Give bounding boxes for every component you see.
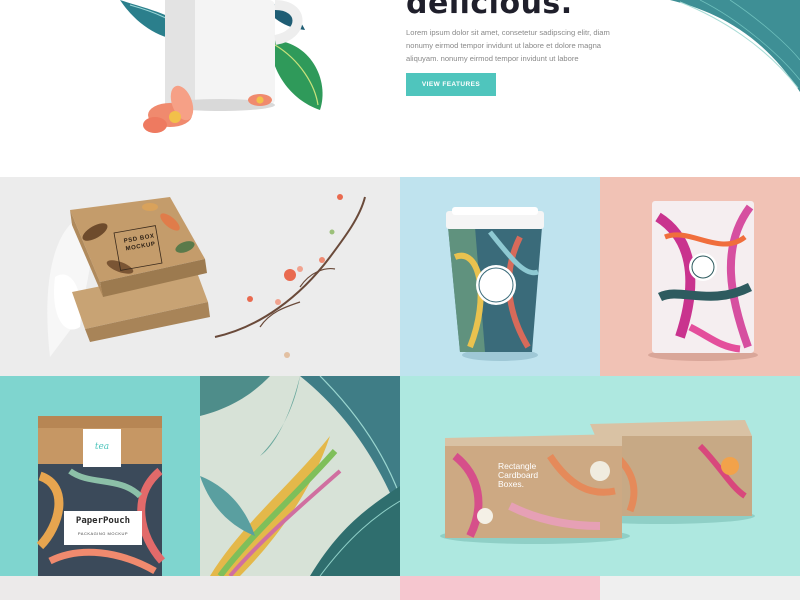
hero-description: Lorem ipsum dolor sit amet, consetetur s… [406, 28, 610, 63]
palm-leaf-image [670, 0, 800, 92]
box-mockup-image [47, 194, 366, 358]
tea-badge: tea [94, 442, 110, 452]
next-row-tile-pink[interactable] [400, 576, 600, 600]
stand-up-pouch-tile[interactable] [600, 177, 800, 376]
paper-pouch-subtitle: PACKAGING MOCKUP [77, 531, 129, 536]
paper-pouch-image [36, 416, 166, 576]
box-mockup-tile[interactable]: PSD BOX MOCKUP [0, 177, 400, 376]
boxes-label: Rectangle Cardboard Boxes. [498, 462, 538, 489]
next-row-tile-left[interactable] [0, 576, 400, 600]
tropical-pattern-image [200, 376, 400, 576]
hero-section: delicious. Lorem ipsum dolor sit amet, c… [0, 0, 800, 176]
tropical-pattern-tile[interactable] [200, 376, 400, 576]
rectangle-boxes-tile[interactable]: Rectangle Cardboard Boxes. [400, 376, 800, 576]
hero-heading: delicious. [406, 0, 573, 21]
paper-pouch-tile[interactable]: tea PaperPouch PACKAGING MOCKUP [0, 376, 200, 576]
mug-flowers-image [120, 0, 323, 133]
rectangle-boxes-image [440, 420, 755, 544]
boxes-label-line3: Boxes. [498, 479, 524, 489]
paper-pouch-brand: PaperPouch [75, 516, 131, 526]
view-features-button[interactable]: VIEW FEATURES [406, 73, 496, 96]
next-row-tile-right[interactable] [600, 576, 800, 600]
coffee-cup-tile[interactable] [400, 177, 600, 376]
stand-up-pouch-image [648, 201, 758, 361]
coffee-cup-image [446, 207, 544, 361]
